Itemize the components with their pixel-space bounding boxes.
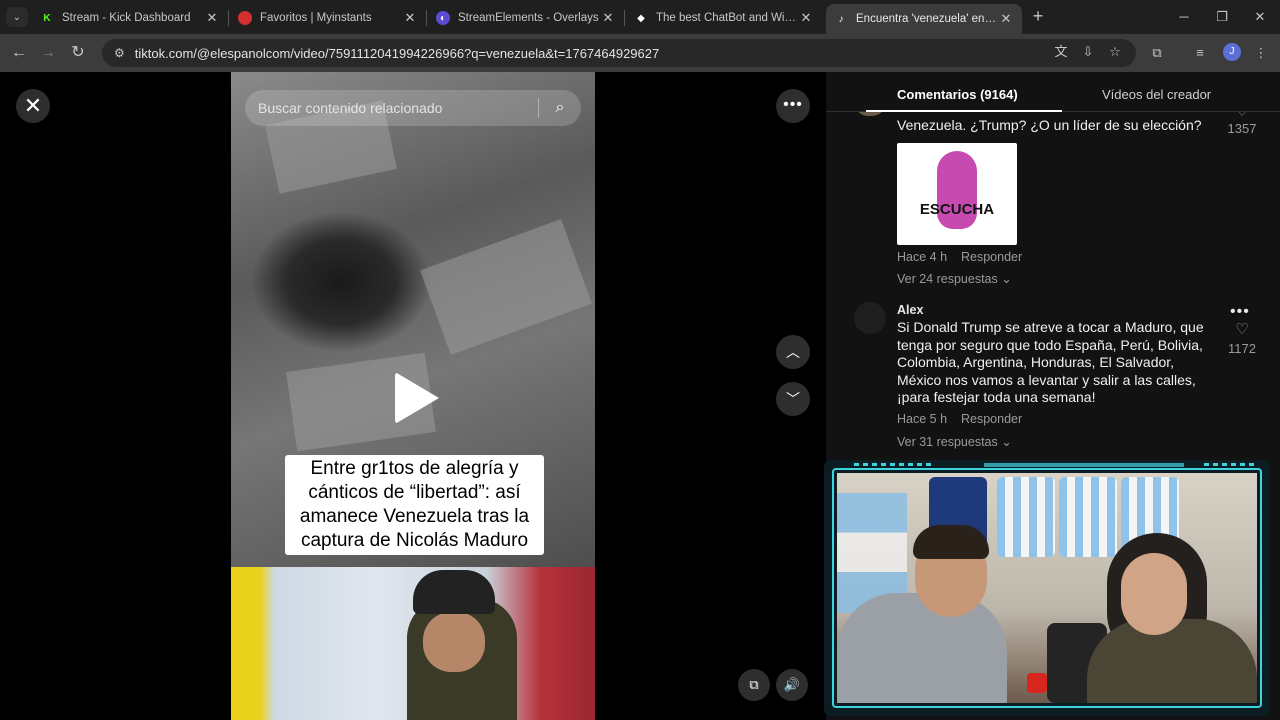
tab-close-icon[interactable]: ✕ [600,10,616,26]
tiktok-icon: ♪ [838,13,844,25]
myinstants-icon [238,11,252,25]
media-control-icon[interactable]: ≡ [1190,43,1210,63]
tab-title: The best ChatBot and Widgets f [656,12,798,24]
view-replies-label: Ver 24 respuestas [897,272,998,286]
tab-creator-videos[interactable]: Vídeos del creador [1102,87,1211,102]
view-replies-label: Ver 31 respuestas [897,435,998,449]
tab-title: Encuentra 'venezuela' en TikTok [856,13,998,25]
maximize-icon[interactable]: ❐ [1202,6,1242,28]
tab-title: StreamElements - Overlays [458,12,599,24]
tab-title: Favoritos | Myinstants [260,12,372,24]
extensions-icon[interactable]: ⧉ [1147,43,1167,63]
translate-icon[interactable]: 文 [1051,42,1071,62]
comment-text: Venezuela. ¿Trump? ¿O un líder de su ele… [897,117,1202,133]
inset-person-face [423,612,485,672]
sticker-text: ESCUCHA [919,201,995,218]
search-placeholder: Buscar contenido relacionado [258,100,443,116]
url-text: tiktok.com/@elespanolcom/video/759111204… [134,45,660,61]
tab-tiktok-active[interactable]: ♪ Encuentra 'venezuela' en TikTok ✕ [826,4,1022,34]
overlay-dash-decoration [854,463,934,466]
window-close-icon[interactable]: ✕ [1240,6,1280,28]
overlay-dash-decoration [1204,463,1254,466]
site-info-icon[interactable]: ⚙ [114,46,125,60]
tab-close-icon[interactable]: ✕ [204,10,220,26]
like-count: 1357 [1227,121,1257,136]
kick-icon: K [43,12,51,24]
tab-close-icon[interactable]: ✕ [998,11,1014,27]
play-icon[interactable] [395,372,439,424]
like-heart-icon[interactable]: ♡ [1222,320,1262,338]
reply-button[interactable]: Responder [961,412,1022,426]
profile-avatar[interactable]: J [1223,43,1241,61]
tab-close-icon[interactable]: ✕ [402,10,418,26]
close-icon[interactable]: ✕ [16,89,50,123]
streamelements-icon: ◐ [436,11,450,25]
tiktok-video-page: ✕ Buscar contenido relacionado ⌕ Entre g… [0,72,1280,720]
avatar[interactable] [854,302,886,334]
volume-icon[interactable]: 🔊 [776,669,808,701]
video-player[interactable]: Buscar contenido relacionado ⌕ Entre gr1… [231,72,595,720]
address-bar[interactable]: ⚙ tiktok.com/@elespanolcom/video/7591112… [102,39,1136,67]
tab-divider [624,10,625,26]
tab-title: Stream - Kick Dashboard [62,12,191,24]
more-options-icon[interactable]: ••• [776,89,810,123]
menu-kebab-icon[interactable]: ⋮ [1251,43,1271,63]
tab-divider [426,10,427,26]
comment-text: Si Donald Trump se atreve a tocar a Madu… [897,319,1204,405]
new-tab-icon[interactable]: + [1028,6,1048,26]
minimize-icon[interactable]: ─ [1164,6,1204,28]
streamer-webcam-overlay [824,460,1270,716]
next-video-chevron-down-icon[interactable]: ﹀ [776,382,810,416]
view-replies-link[interactable]: Ver 31 respuestas ⌄ [897,434,1012,449]
previous-video-chevron-up-icon[interactable]: ︿ [776,335,810,369]
back-icon[interactable]: ← [8,42,30,64]
browser-toolbar: ← → ↻ ⚙ tiktok.com/@elespanolcom/video/7… [0,34,1280,72]
comment-time: Hace 5 h [897,412,948,426]
install-app-icon[interactable]: ⇩ [1078,42,1098,62]
overlay-bar-decoration [984,463,1184,467]
tab-search-icon[interactable]: ⌄ [6,7,28,27]
view-replies-link[interactable]: Ver 24 respuestas ⌄ [897,271,1012,286]
comment-sticker-image: ESCUCHA [897,143,1017,245]
tab-divider [228,10,229,26]
bookmark-star-icon[interactable]: ☆ [1105,42,1125,62]
building-shape [420,219,592,355]
comment-time: Hace 4 h [897,250,948,264]
tab-kick-dashboard[interactable]: K Stream - Kick Dashboard ✕ [32,4,228,32]
overlay-frame-border [832,468,1262,708]
comment-author[interactable]: Alex [897,303,923,317]
forward-icon[interactable]: → [37,42,59,64]
tab-streamelements[interactable]: ◐ StreamElements - Overlays ✕ [428,4,624,32]
related-search-bar[interactable]: Buscar contenido relacionado ⌕ [245,90,581,126]
floating-player-icon[interactable]: ⧉ [738,669,770,701]
tab-myinstants[interactable]: Favoritos | Myinstants ✕ [230,4,426,32]
comment-more-icon[interactable]: ••• [1230,303,1250,321]
reply-button[interactable]: Responder [961,250,1022,264]
tab-active-indicator [866,110,1062,112]
reload-icon[interactable]: ↻ [67,42,89,64]
tab-close-icon[interactable]: ✕ [798,10,814,26]
chatbot-icon: ◆ [637,12,645,24]
like-count: 1172 [1228,341,1256,356]
tab-comments[interactable]: Comentarios (9164) [897,87,1018,102]
tab-chatbot[interactable]: ◆ The best ChatBot and Widgets f ✕ [626,4,822,32]
video-caption: Entre gr1tos de alegría y cánticos de “l… [285,455,544,555]
search-icon[interactable]: ⌕ [539,99,581,117]
inset-person-cap [413,570,495,614]
browser-tabstrip: ⌄ K Stream - Kick Dashboard ✕ Favoritos … [0,0,1280,34]
panel-tabs: Comentarios (9164) Vídeos del creador [826,72,1280,112]
